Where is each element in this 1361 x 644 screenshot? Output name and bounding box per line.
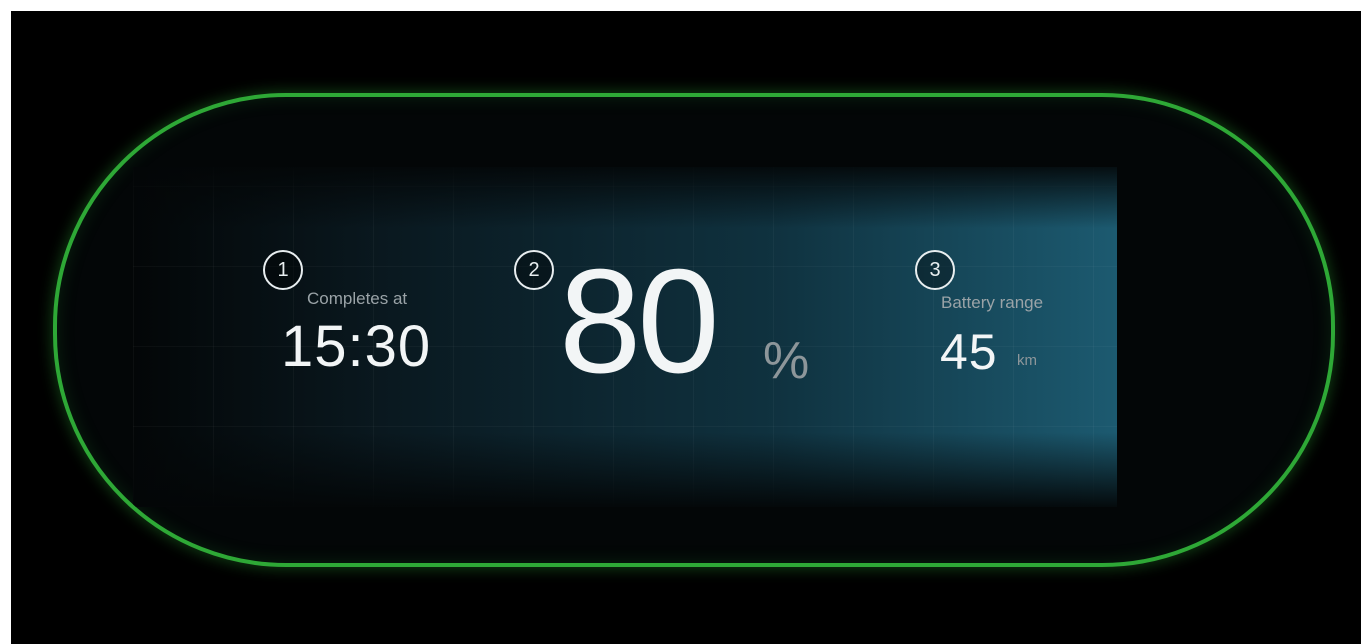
battery-range-value: 45 [940,324,998,380]
charge-percent-value: 80 [559,239,720,404]
battery-range-unit: km [1017,352,1037,369]
battery-range-label: Battery range [941,293,1044,312]
completion-time-value: 15:30 [281,314,432,379]
screen: 1 Completes at 15:30 2 80 % 3 Battery ra… [11,11,1361,644]
callout-marker-2: 2 [514,250,554,290]
callout-marker-3: 3 [915,250,955,290]
charge-percent-unit: % [763,332,810,390]
completes-at-label: Completes at [307,289,408,308]
callout-marker-1: 1 [263,250,303,290]
